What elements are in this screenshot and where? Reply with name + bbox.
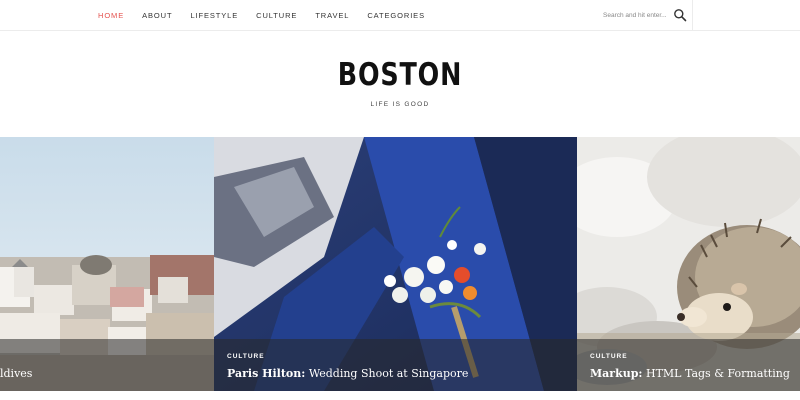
search-icon[interactable] bbox=[673, 8, 687, 22]
slide-title-text: ldives bbox=[0, 367, 33, 380]
nav-item-about[interactable]: ABOUT bbox=[142, 11, 172, 20]
slide-title-bold: Markup: bbox=[590, 367, 643, 380]
search-box bbox=[596, 0, 693, 31]
main-menu: HOME ABOUT LIFESTYLE CULTURE TRAVEL CATE… bbox=[98, 0, 443, 31]
slide-title[interactable]: Paris Hilton: Wedding Shoot at Singapore bbox=[227, 367, 468, 380]
slide-caption-overlay bbox=[0, 339, 214, 391]
nav-item-lifestyle[interactable]: LIFESTYLE bbox=[190, 11, 238, 20]
slide-caption-overlay bbox=[214, 339, 577, 391]
slide-category[interactable]: CULTURE bbox=[590, 353, 628, 360]
slide-santorini[interactable]: ldives bbox=[0, 137, 214, 391]
site-tagline: LIFE IS GOOD bbox=[370, 101, 430, 108]
nav-item-culture[interactable]: CULTURE bbox=[256, 11, 297, 20]
top-navigation: HOME ABOUT LIFESTYLE CULTURE TRAVEL CATE… bbox=[0, 0, 800, 31]
featured-slider: ldives CULTURE Paris Hilton: Wedding Sho… bbox=[0, 137, 800, 391]
nav-item-home[interactable]: HOME bbox=[98, 11, 124, 20]
nav-item-categories[interactable]: CATEGORIES bbox=[367, 11, 425, 20]
slide-wedding[interactable]: CULTURE Paris Hilton: Wedding Shoot at S… bbox=[214, 137, 577, 391]
site-title[interactable]: BOSTON bbox=[72, 57, 728, 93]
slide-title[interactable]: Markup: HTML Tags & Formatting bbox=[590, 367, 790, 380]
slide-title-bold: Paris Hilton: bbox=[227, 367, 306, 380]
slide-hedgehog[interactable]: CULTURE Markup: HTML Tags & Formatting bbox=[577, 137, 800, 391]
slide-category[interactable]: CULTURE bbox=[227, 353, 265, 360]
slide-title-text: HTML Tags & Formatting bbox=[642, 367, 790, 380]
slide-title-text: Wedding Shoot at Singapore bbox=[305, 367, 469, 380]
nav-item-travel[interactable]: TRAVEL bbox=[315, 11, 349, 20]
site-header: BOSTON LIFE IS GOOD bbox=[0, 31, 800, 137]
slide-caption-overlay bbox=[577, 339, 800, 391]
slide-title[interactable]: ldives bbox=[0, 367, 32, 380]
search-input[interactable] bbox=[596, 6, 670, 25]
